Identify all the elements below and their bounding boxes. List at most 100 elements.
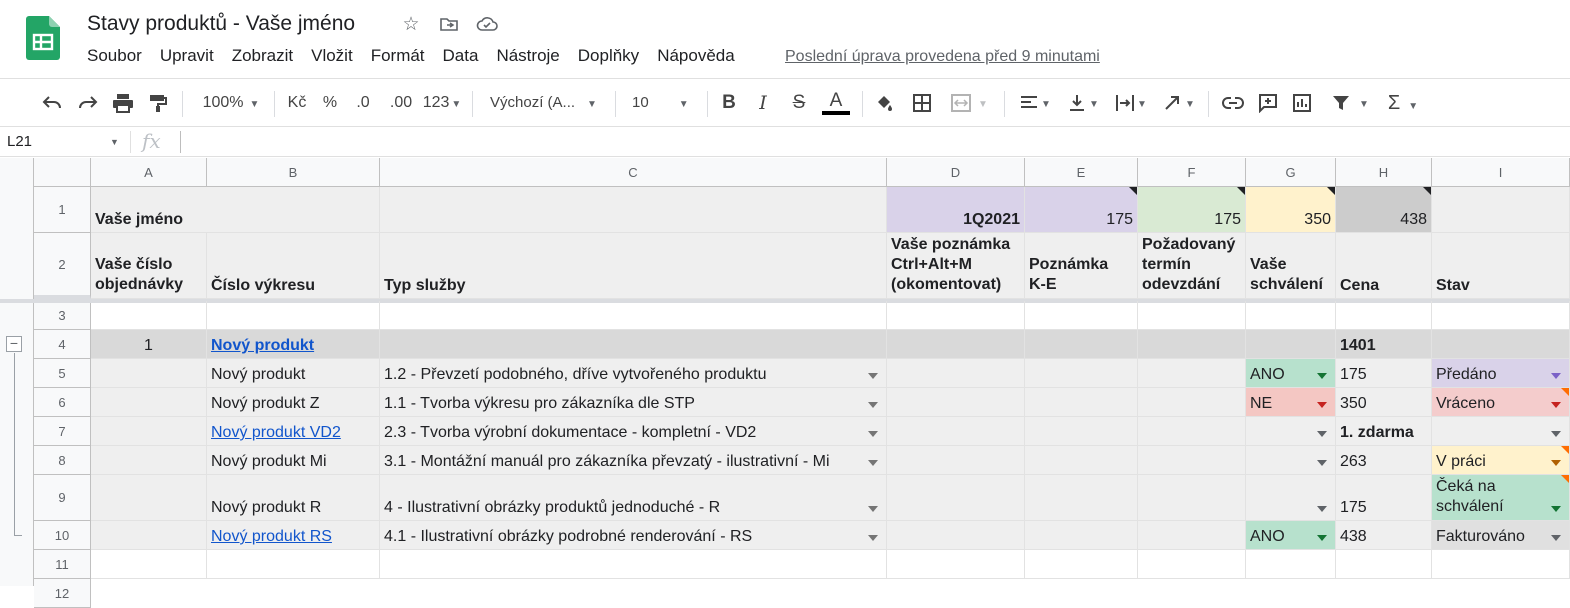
row-header-9[interactable]: 9 bbox=[34, 475, 91, 521]
dropdown-arrow-icon[interactable] bbox=[1551, 535, 1561, 541]
cell-c8[interactable]: 3.1 - Montážní manuál pro zákazníka přev… bbox=[380, 446, 887, 475]
cell-c3[interactable] bbox=[380, 301, 887, 330]
cell-h11[interactable] bbox=[1336, 550, 1432, 579]
cell-h7[interactable]: 1. zdarma bbox=[1336, 417, 1432, 446]
cell-b11[interactable] bbox=[207, 550, 380, 579]
decrease-decimal-button[interactable]: .0 bbox=[352, 91, 374, 115]
row-header-5[interactable]: 5 bbox=[34, 359, 91, 388]
horizontal-align-icon[interactable]: ▼ bbox=[1015, 91, 1055, 115]
cell-b10[interactable]: Nový produkt RS bbox=[207, 521, 380, 550]
cell-c10[interactable]: 4.1 - Ilustrativní obrázky podrobné rend… bbox=[380, 521, 887, 550]
column-header-g[interactable]: G bbox=[1246, 158, 1336, 187]
menu-insert[interactable]: Vložit bbox=[311, 46, 353, 66]
row-header-6[interactable]: 6 bbox=[34, 388, 91, 417]
menu-addons[interactable]: Doplňky bbox=[578, 46, 639, 66]
cell-f7[interactable] bbox=[1138, 417, 1246, 446]
cell-g5[interactable]: ANO bbox=[1246, 359, 1336, 388]
cell-b8[interactable]: Nový produkt Mi bbox=[207, 446, 380, 475]
name-box[interactable]: L21 bbox=[7, 133, 32, 150]
cell-h10[interactable]: 438 bbox=[1336, 521, 1432, 550]
cloud-status-icon[interactable] bbox=[476, 14, 498, 36]
cell-g8[interactable] bbox=[1246, 446, 1336, 475]
cell-f5[interactable] bbox=[1138, 359, 1246, 388]
cell-f2[interactable]: Požadovaný termín odevzdání bbox=[1138, 233, 1246, 299]
cell-e6[interactable] bbox=[1025, 388, 1138, 417]
cell-g7[interactable] bbox=[1246, 417, 1336, 446]
cell-e2[interactable]: Poznámka K-E bbox=[1025, 233, 1138, 299]
menu-file[interactable]: Soubor bbox=[87, 46, 142, 66]
cell-d11[interactable] bbox=[887, 550, 1025, 579]
cell-d2[interactable]: Vaše poznámka Ctrl+Alt+M (okomentovat) bbox=[887, 233, 1025, 299]
cell-c2[interactable]: Typ služby bbox=[380, 233, 887, 299]
cell-h6[interactable]: 350 bbox=[1336, 388, 1432, 417]
cell-h3[interactable] bbox=[1336, 301, 1432, 330]
currency-format-button[interactable]: Kč bbox=[285, 91, 309, 115]
star-icon[interactable]: ☆ bbox=[400, 14, 422, 36]
cell-b3[interactable] bbox=[207, 301, 380, 330]
cell-g9[interactable] bbox=[1246, 475, 1336, 521]
cell-a1[interactable]: Vaše jméno bbox=[91, 187, 380, 233]
cell-c1[interactable] bbox=[380, 187, 887, 233]
fill-color-icon[interactable] bbox=[872, 91, 896, 115]
text-wrap-icon[interactable]: ▼ bbox=[1111, 91, 1151, 115]
cell-a3[interactable] bbox=[91, 301, 207, 330]
cell-f1[interactable]: 175 bbox=[1138, 187, 1246, 233]
insert-comment-icon[interactable] bbox=[1256, 91, 1280, 115]
dropdown-arrow-icon[interactable] bbox=[1551, 460, 1561, 466]
column-header-f[interactable]: F bbox=[1138, 158, 1246, 187]
cell-i4[interactable] bbox=[1432, 330, 1570, 359]
cell-d4[interactable] bbox=[887, 330, 1025, 359]
text-color-icon[interactable]: A bbox=[822, 91, 850, 115]
cell-b5[interactable]: Nový produkt bbox=[207, 359, 380, 388]
name-box-dropdown-icon[interactable]: ▼ bbox=[110, 137, 119, 147]
paint-format-icon[interactable] bbox=[146, 91, 170, 115]
cell-a7[interactable] bbox=[91, 417, 207, 446]
row-header-4[interactable]: 4 bbox=[34, 330, 91, 359]
cell-f10[interactable] bbox=[1138, 521, 1246, 550]
cell-b6[interactable]: Nový produkt Z bbox=[207, 388, 380, 417]
move-folder-icon[interactable] bbox=[438, 14, 460, 36]
cell-d7[interactable] bbox=[887, 417, 1025, 446]
cell-i5[interactable]: Předáno bbox=[1432, 359, 1570, 388]
filter-icon[interactable]: ▼ bbox=[1326, 91, 1374, 115]
cell-h9[interactable]: 175 bbox=[1336, 475, 1432, 521]
column-header-e[interactable]: E bbox=[1025, 158, 1138, 187]
cell-g11[interactable] bbox=[1246, 550, 1336, 579]
dropdown-arrow-icon[interactable] bbox=[868, 506, 878, 512]
dropdown-arrow-icon[interactable] bbox=[1317, 373, 1327, 379]
cell-b2[interactable]: Číslo výkresu bbox=[207, 233, 380, 299]
dropdown-arrow-icon[interactable] bbox=[1317, 506, 1327, 512]
dropdown-arrow-icon[interactable] bbox=[1317, 431, 1327, 437]
cell-h5[interactable]: 175 bbox=[1336, 359, 1432, 388]
cell-a9[interactable] bbox=[91, 475, 207, 521]
text-rotation-icon[interactable]: ▼ bbox=[1159, 91, 1199, 115]
row-header-1[interactable]: 1 bbox=[34, 187, 91, 233]
font-size-select[interactable]: 10 ▼ bbox=[632, 91, 697, 115]
dropdown-arrow-icon[interactable] bbox=[1317, 402, 1327, 408]
dropdown-arrow-icon[interactable] bbox=[868, 402, 878, 408]
cell-c7[interactable]: 2.3 - Tvorba výrobní dokumentace - kompl… bbox=[380, 417, 887, 446]
document-title[interactable]: Stavy produktů - Vaše jméno bbox=[87, 12, 355, 36]
cell-e1[interactable]: 175 bbox=[1025, 187, 1138, 233]
cell-i8[interactable]: V práci bbox=[1432, 446, 1570, 475]
cell-g6[interactable]: NE bbox=[1246, 388, 1336, 417]
dropdown-arrow-icon[interactable] bbox=[868, 460, 878, 466]
cell-f9[interactable] bbox=[1138, 475, 1246, 521]
cell-i11[interactable] bbox=[1432, 550, 1570, 579]
redo-icon[interactable] bbox=[76, 91, 100, 115]
column-header-a[interactable]: A bbox=[91, 158, 207, 187]
row-header-2[interactable]: 2 bbox=[34, 233, 91, 299]
dropdown-arrow-icon[interactable] bbox=[1551, 431, 1561, 437]
cell-d9[interactable] bbox=[887, 475, 1025, 521]
cell-d10[interactable] bbox=[887, 521, 1025, 550]
cell-d8[interactable] bbox=[887, 446, 1025, 475]
cell-e11[interactable] bbox=[1025, 550, 1138, 579]
cell-b9[interactable]: Nový produkt R bbox=[207, 475, 380, 521]
cell-a5[interactable] bbox=[91, 359, 207, 388]
cell-e9[interactable] bbox=[1025, 475, 1138, 521]
menu-help[interactable]: Nápověda bbox=[657, 46, 735, 66]
zoom-select[interactable]: 100% ▼ bbox=[198, 91, 264, 115]
cell-e4[interactable] bbox=[1025, 330, 1138, 359]
cell-i1[interactable] bbox=[1432, 187, 1570, 233]
row-header-11[interactable]: 11 bbox=[34, 550, 91, 579]
